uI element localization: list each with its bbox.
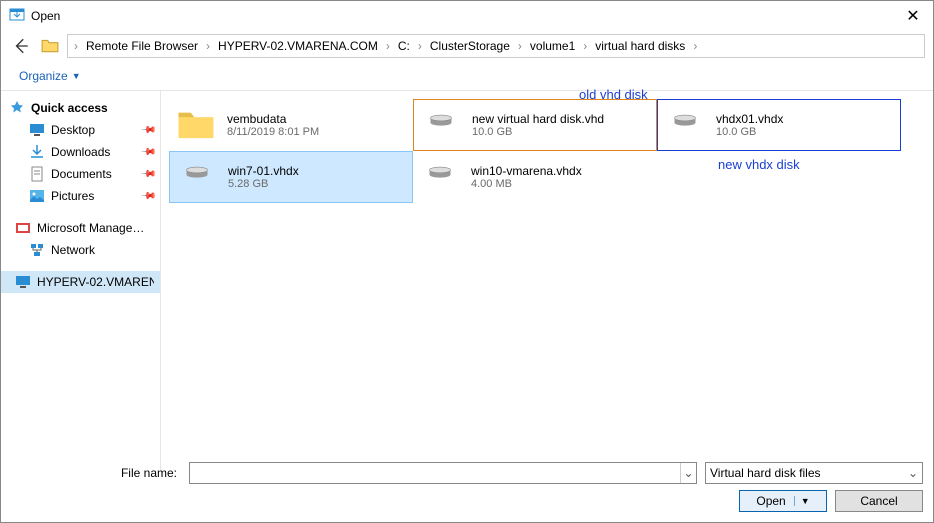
chevron-right-icon: › xyxy=(204,39,212,53)
sidebar-network[interactable]: Network xyxy=(1,239,160,261)
file-list: old vhd disk new vhdx disk vembudata 8/1… xyxy=(161,91,933,471)
footer: File name: ⌄ Virtual hard disk files ⌄ O… xyxy=(1,456,933,522)
crumb-vhd[interactable]: virtual hard disks xyxy=(591,39,689,53)
folder-icon xyxy=(41,37,59,55)
documents-icon xyxy=(29,166,45,182)
sidebar-documents[interactable]: Documents 📌 xyxy=(1,163,160,185)
sidebar-pictures[interactable]: Pictures 📌 xyxy=(1,185,160,207)
file-size: 10.0 GB xyxy=(716,126,783,138)
chevron-right-icon: › xyxy=(516,39,524,53)
sidebar-label: Quick access xyxy=(31,101,108,115)
file-size: 10.0 GB xyxy=(472,126,604,138)
file-name: vembudata xyxy=(227,112,319,126)
file-date: 8/11/2019 8:01 PM xyxy=(227,126,319,138)
file-size: 4.00 MB xyxy=(471,178,582,190)
file-name: vhdx01.vhdx xyxy=(716,112,783,126)
cancel-label: Cancel xyxy=(860,494,897,508)
chevron-right-icon: › xyxy=(384,39,392,53)
disk-icon xyxy=(419,156,461,198)
back-button[interactable] xyxy=(9,34,33,58)
mmc-icon xyxy=(15,220,31,236)
pin-icon: 📌 xyxy=(139,122,156,139)
title-bar: Open ✕ xyxy=(1,1,933,31)
chevron-right-icon: › xyxy=(581,39,589,53)
split-chevron-icon: ▼ xyxy=(794,496,810,506)
crumb-root[interactable]: Remote File Browser xyxy=(82,39,202,53)
chevron-right-icon: › xyxy=(691,39,699,53)
file-text: win10-vmarena.vhdx 4.00 MB xyxy=(471,164,582,190)
network-icon xyxy=(29,242,45,258)
file-text: vembudata 8/11/2019 8:01 PM xyxy=(227,112,319,138)
open-label: Open xyxy=(756,494,785,508)
sidebar-label: Pictures xyxy=(51,189,94,203)
close-button[interactable]: ✕ xyxy=(901,4,925,28)
file-text: vhdx01.vhdx 10.0 GB xyxy=(716,112,783,138)
sidebar-label: Downloads xyxy=(51,145,110,159)
pin-icon: 📌 xyxy=(139,144,156,161)
sidebar-mmc[interactable]: Microsoft Management Console xyxy=(1,217,160,239)
window-title: Open xyxy=(31,9,901,23)
toolbar: Organize ▼ xyxy=(1,61,933,91)
cancel-button[interactable]: Cancel xyxy=(835,490,923,512)
filename-input[interactable]: ⌄ xyxy=(189,462,697,484)
filename-label: File name: xyxy=(11,466,181,480)
desktop-icon xyxy=(29,122,45,138)
downloads-icon xyxy=(29,144,45,160)
sidebar-downloads[interactable]: Downloads 📌 xyxy=(1,141,160,163)
file-type-filter[interactable]: Virtual hard disk files ⌄ xyxy=(705,462,923,484)
pictures-icon xyxy=(29,188,45,204)
file-win7[interactable]: win7-01.vhdx 5.28 GB xyxy=(169,151,413,203)
sidebar-label: Network xyxy=(51,243,95,257)
crumb-volume[interactable]: volume1 xyxy=(526,39,579,53)
file-new-vhd[interactable]: new virtual hard disk.vhd 10.0 GB xyxy=(413,99,657,151)
pin-icon: 📌 xyxy=(139,188,156,205)
folder-icon xyxy=(175,104,217,146)
file-vhdx01[interactable]: vhdx01.vhdx 10.0 GB xyxy=(657,99,901,151)
file-size: 5.28 GB xyxy=(228,178,299,190)
breadcrumb-bar[interactable]: › Remote File Browser › HYPERV-02.VMAREN… xyxy=(67,34,925,58)
disk-icon xyxy=(176,156,218,198)
body: Quick access Desktop 📌 Downloads 📌 Docum… xyxy=(1,91,933,471)
organize-label: Organize xyxy=(19,69,68,83)
nav-bar: › Remote File Browser › HYPERV-02.VMAREN… xyxy=(1,31,933,61)
app-icon xyxy=(9,8,25,24)
chevron-right-icon: › xyxy=(72,39,80,53)
pin-icon: 📌 xyxy=(139,166,156,183)
sidebar-label: Desktop xyxy=(51,123,95,137)
sidebar-label: Microsoft Management Console xyxy=(37,221,154,235)
disk-icon xyxy=(420,104,462,146)
chevron-down-icon: ⌄ xyxy=(908,466,918,480)
monitor-icon xyxy=(15,274,31,290)
sidebar-desktop[interactable]: Desktop 📌 xyxy=(1,119,160,141)
file-name: win7-01.vhdx xyxy=(228,164,299,178)
sidebar-quick-access[interactable]: Quick access xyxy=(1,97,160,119)
sidebar-label: HYPERV-02.VMARENA.COM xyxy=(37,275,154,289)
sidebar: Quick access Desktop 📌 Downloads 📌 Docum… xyxy=(1,91,161,471)
open-button[interactable]: Open ▼ xyxy=(739,490,827,512)
chevron-down-icon[interactable]: ⌄ xyxy=(680,463,696,483)
crumb-host[interactable]: HYPERV-02.VMARENA.COM xyxy=(214,39,382,53)
file-name: win10-vmarena.vhdx xyxy=(471,164,582,178)
file-text: new virtual hard disk.vhd 10.0 GB xyxy=(472,112,604,138)
file-name: new virtual hard disk.vhd xyxy=(472,112,604,126)
crumb-cluster[interactable]: ClusterStorage xyxy=(426,39,514,53)
organize-menu[interactable]: Organize ▼ xyxy=(13,65,87,87)
file-win10[interactable]: win10-vmarena.vhdx 4.00 MB xyxy=(413,151,657,203)
star-icon xyxy=(9,100,25,116)
annotation-new-vhdx: new vhdx disk xyxy=(718,157,800,172)
sidebar-label: Documents xyxy=(51,167,112,181)
file-folder-vembudata[interactable]: vembudata 8/11/2019 8:01 PM xyxy=(169,99,413,151)
chevron-down-icon: ▼ xyxy=(72,71,81,81)
file-text: win7-01.vhdx 5.28 GB xyxy=(228,164,299,190)
chevron-right-icon: › xyxy=(416,39,424,53)
crumb-drive[interactable]: C: xyxy=(394,39,414,53)
sidebar-host[interactable]: HYPERV-02.VMARENA.COM xyxy=(1,271,160,293)
filter-label: Virtual hard disk files xyxy=(710,466,821,480)
disk-icon xyxy=(664,104,706,146)
